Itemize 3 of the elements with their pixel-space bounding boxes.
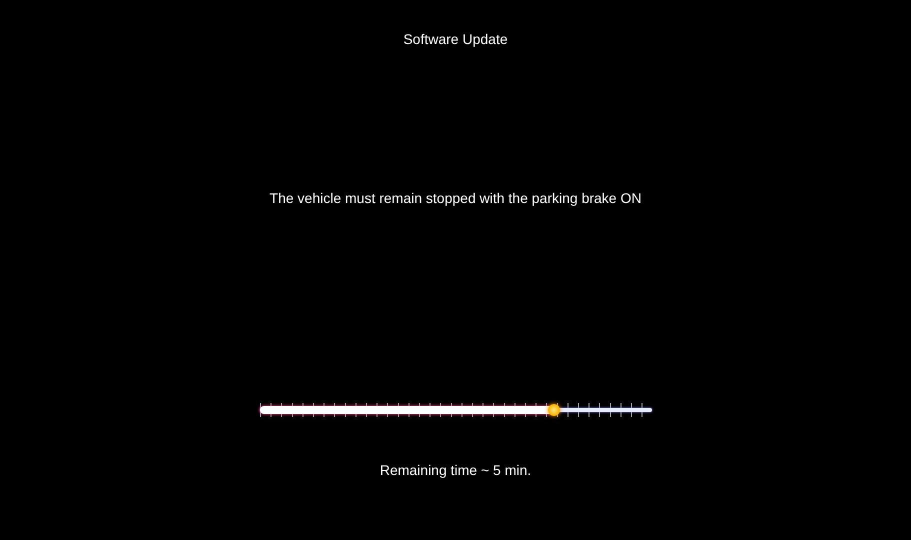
remaining-time: Remaining time ~ 5 min. xyxy=(380,462,532,478)
warning-message: The vehicle must remain stopped with the parking brake ON xyxy=(270,190,642,206)
screen-title: Software Update xyxy=(403,31,508,47)
